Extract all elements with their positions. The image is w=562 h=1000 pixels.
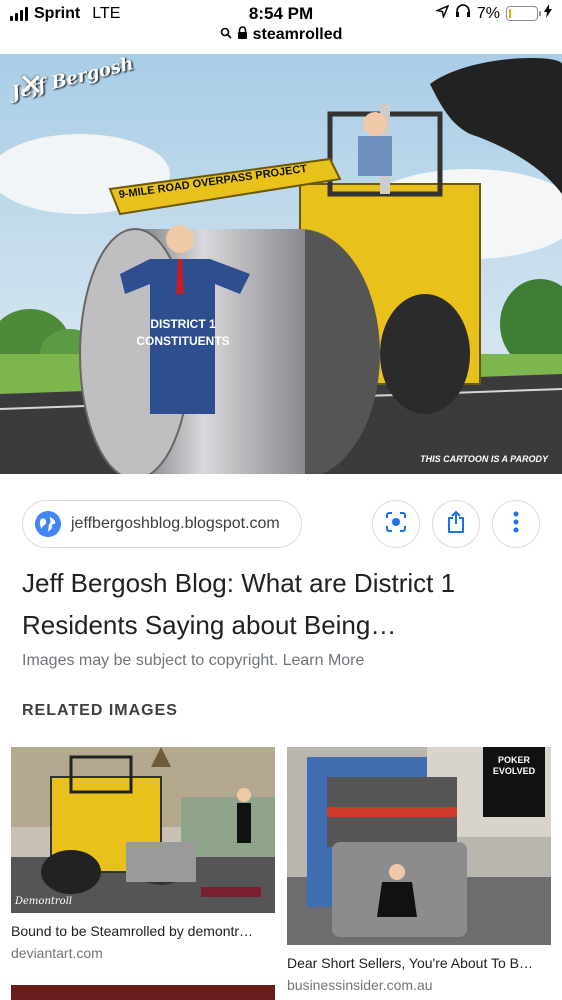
- address-bar[interactable]: steamrolled: [0, 26, 562, 44]
- related-thumbnail-partial[interactable]: [11, 985, 275, 1000]
- related-caption: Bound to be Steamrolled by demontr…: [11, 923, 254, 939]
- related-image-card[interactable]: Demontroll Bound to be Steamrolled by de…: [11, 747, 275, 961]
- headphones-icon: [455, 4, 471, 23]
- result-title-line2: Residents Saying about Being…: [22, 610, 397, 640]
- parody-notice: THIS CARTOON IS A PARODY: [420, 454, 548, 464]
- more-options-button[interactable]: [492, 500, 540, 548]
- status-bar: Sprint LTE 8:54 PM 7% steamrolled: [0, 0, 562, 43]
- source-domain: jeffbergoshblog.blogspot.com: [71, 515, 280, 532]
- close-icon[interactable]: ✕: [14, 68, 48, 102]
- related-images-heading: RELATED IMAGES: [22, 702, 178, 719]
- search-icon: [220, 26, 232, 44]
- result-title[interactable]: Jeff Bergosh Blog: What are District 1 R…: [22, 562, 542, 646]
- related-thumbnail: Demontroll: [11, 747, 275, 913]
- poker-sign: POKER EVOLVED: [492, 755, 536, 776]
- battery-percent: 7%: [476, 4, 500, 22]
- related-caption: Dear Short Sellers, You're About To B…: [287, 955, 534, 971]
- charging-bolt-icon: [544, 4, 552, 23]
- copyright-text: Images may be subject to copyright.: [22, 652, 279, 669]
- globe-icon: [35, 511, 61, 537]
- figure-label-line2: CONSTITUENTS: [136, 334, 230, 348]
- steamroller-cartoon: [0, 54, 562, 474]
- address-query: steamrolled: [252, 26, 343, 43]
- related-domain: deviantart.com: [11, 945, 103, 961]
- related-image-card[interactable]: POKER EVOLVED Dear Short Sellers, You're…: [287, 747, 551, 993]
- copyright-notice: Images may be subject to copyright. Lear…: [22, 652, 364, 670]
- result-title-line1: Jeff Bergosh Blog: What are District 1: [22, 568, 456, 598]
- learn-more-link[interactable]: Learn More: [283, 652, 365, 669]
- more-vert-icon: [513, 511, 519, 538]
- share-icon: [446, 510, 466, 539]
- hero-image[interactable]: Jeff Bergosh 9-MILE ROAD OVERPASS PROJEC…: [0, 54, 562, 474]
- lens-icon: [385, 511, 407, 538]
- source-link[interactable]: jeffbergoshblog.blogspot.com: [22, 500, 302, 548]
- related-thumbnail: POKER EVOLVED: [287, 747, 551, 945]
- lens-button[interactable]: [372, 500, 420, 548]
- location-arrow-icon: [434, 4, 450, 23]
- related-domain: businessinsider.com.au: [287, 977, 433, 993]
- battery-icon: [506, 6, 541, 21]
- thumbnail-watermark: Demontroll: [15, 896, 73, 907]
- figure-label-line1: DISTRICT 1: [150, 317, 216, 331]
- share-button[interactable]: [432, 500, 480, 548]
- lock-icon: [237, 26, 248, 44]
- figure-label: DISTRICT 1 CONSTITUENTS: [128, 316, 238, 350]
- source-row: jeffbergoshblog.blogspot.com: [22, 500, 542, 548]
